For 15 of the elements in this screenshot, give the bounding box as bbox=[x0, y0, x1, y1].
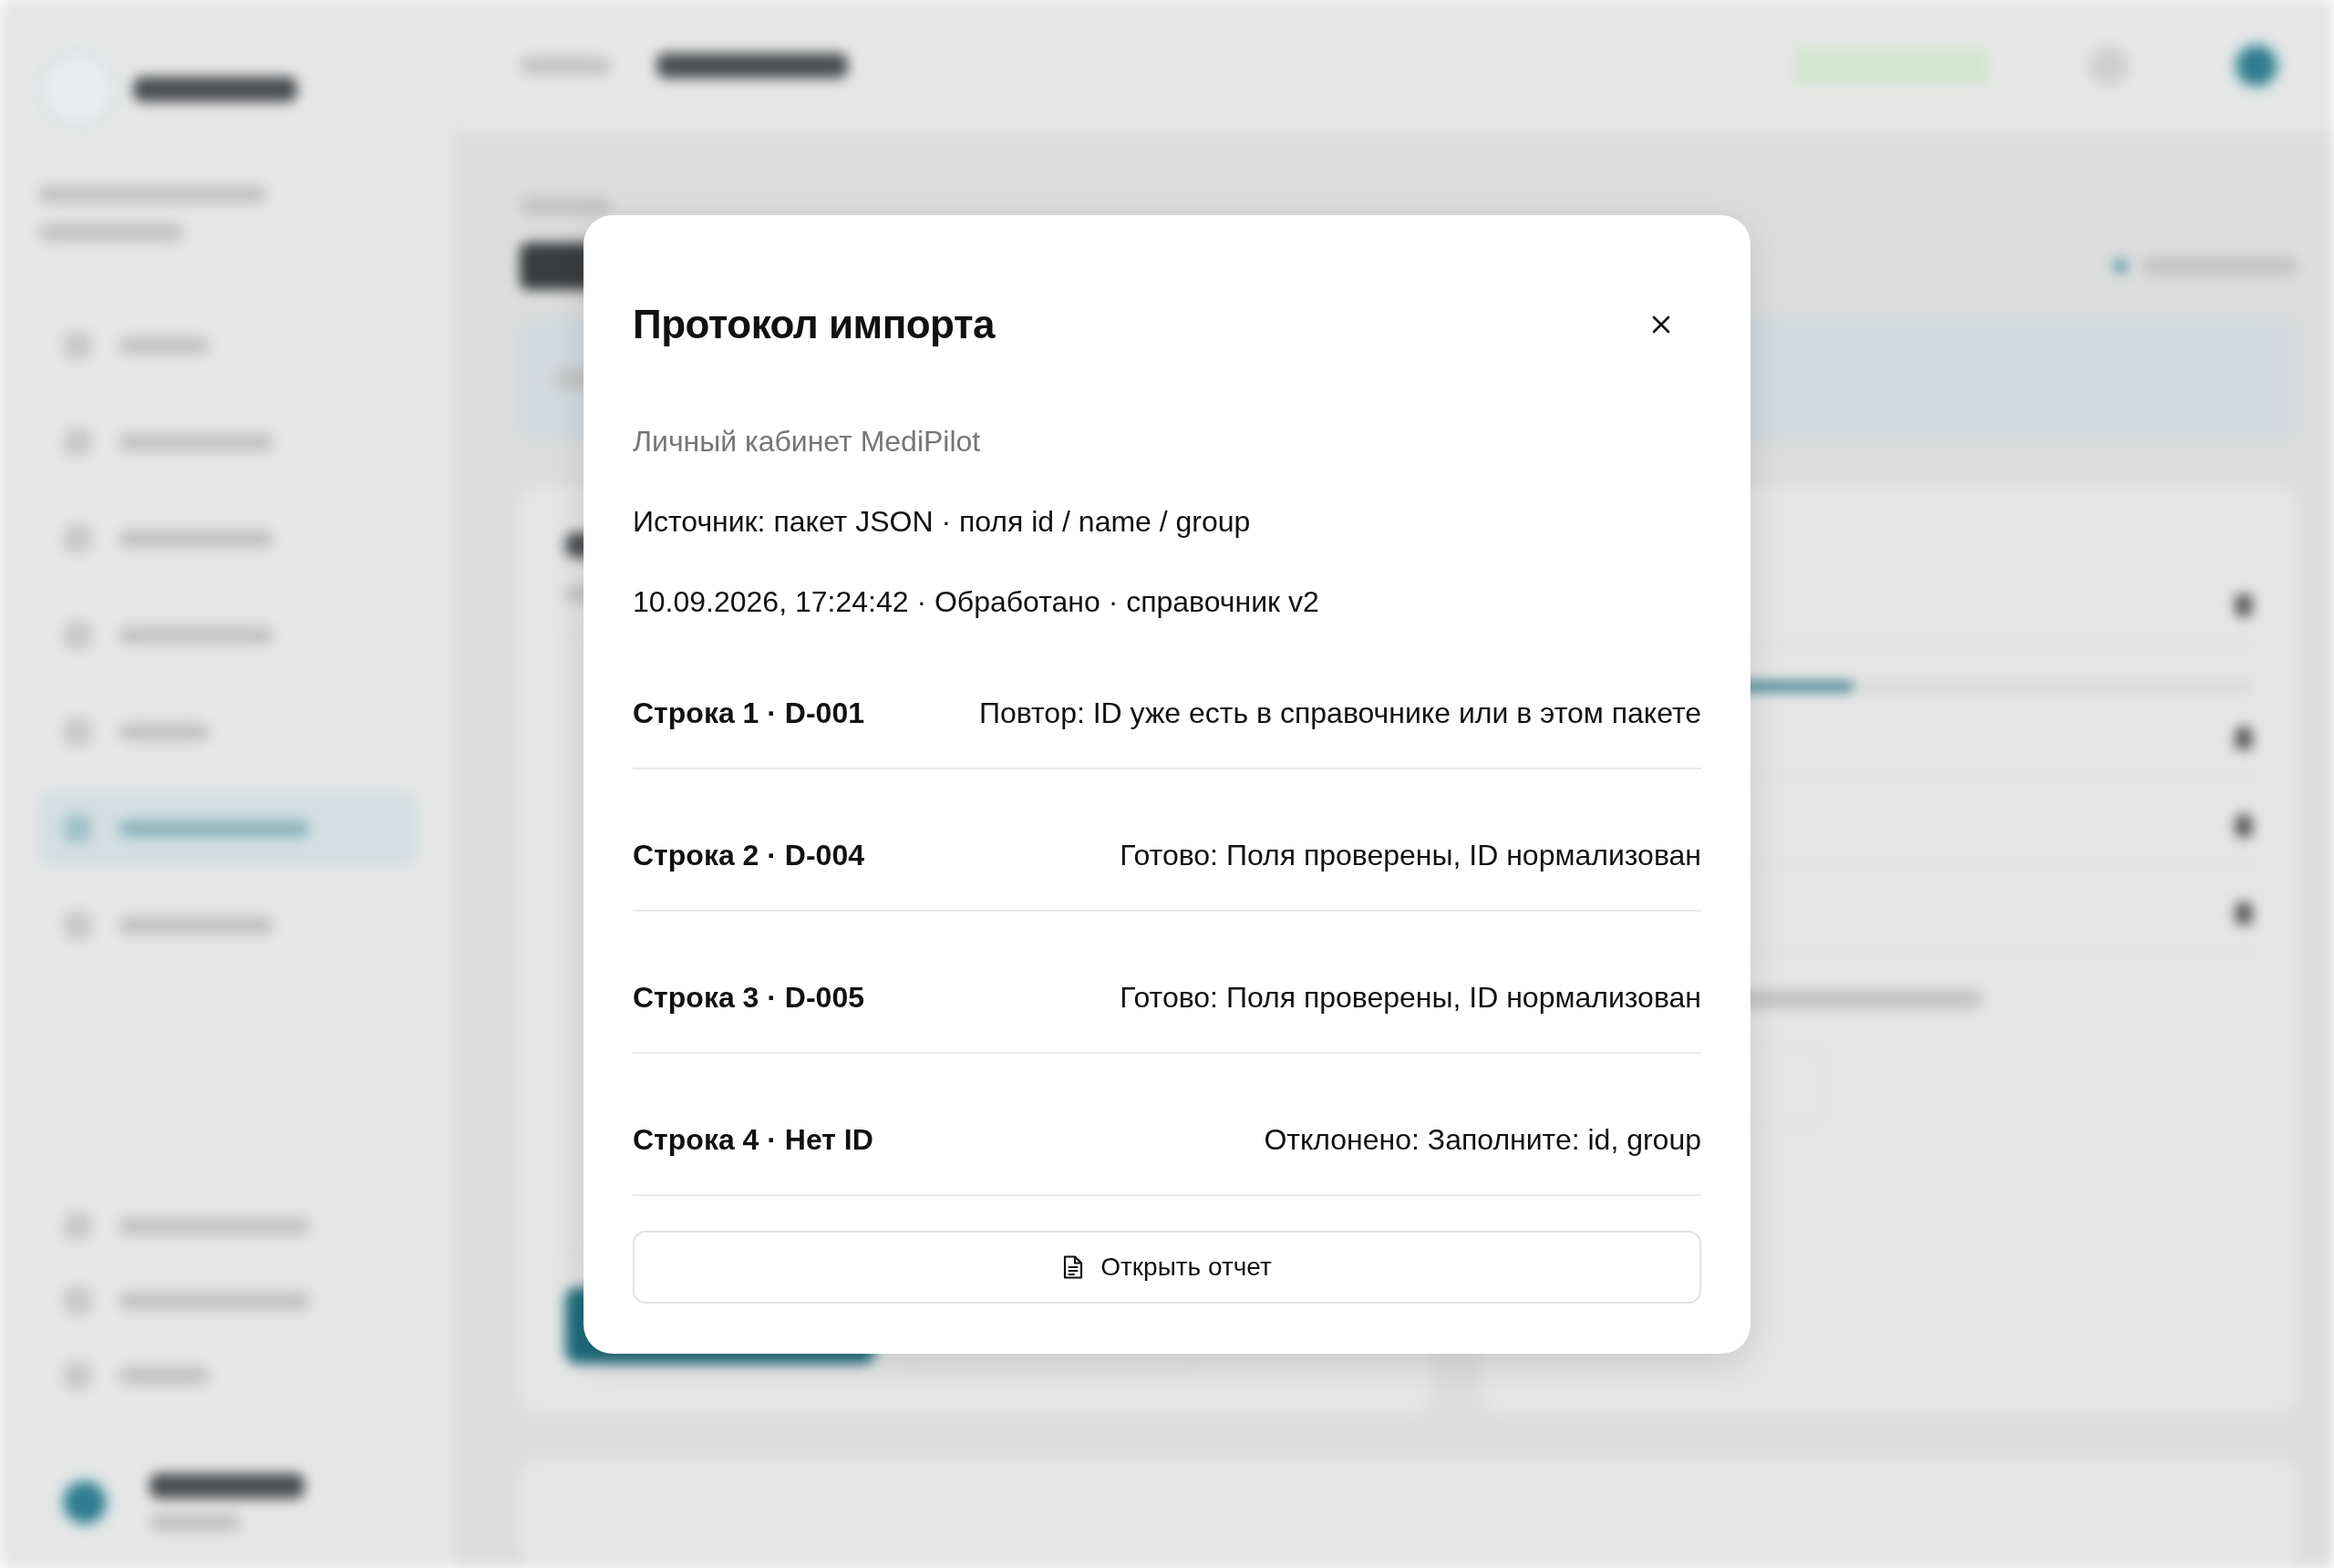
row-label: Строка 3 · D-005 bbox=[633, 981, 864, 1014]
close-icon bbox=[1652, 315, 1670, 334]
detail-text: 10.09.2026, 17:24:42 · Обработано · справочник v2 bbox=[633, 584, 1320, 620]
row-label: Строка 1 · D-001 bbox=[633, 696, 864, 729]
row-message: Повтор: ID уже есть в справочнике или в этом пакете bbox=[978, 696, 1701, 729]
row-label: Строка 4 · Нет ID bbox=[633, 1123, 873, 1156]
row-message: Готово: Поля проверены, ID нормализован bbox=[1120, 839, 1701, 872]
row-message: Готово: Поля проверены, ID нормализован bbox=[1120, 981, 1701, 1014]
dialog-title: Протокол импорта bbox=[633, 301, 995, 348]
row-message: Отклонено: Заполните: id, group bbox=[1264, 1123, 1701, 1156]
detail-text: Источник: пакет JSON · поля id / name / group bbox=[633, 504, 1252, 540]
row-label: Строка 2 · D-004 bbox=[633, 839, 864, 872]
document-icon bbox=[1062, 1254, 1085, 1280]
open-report-button[interactable]: Открыть отчет bbox=[633, 1231, 1701, 1304]
subtitle-text: Личный кабинет MediPilot bbox=[633, 424, 982, 459]
